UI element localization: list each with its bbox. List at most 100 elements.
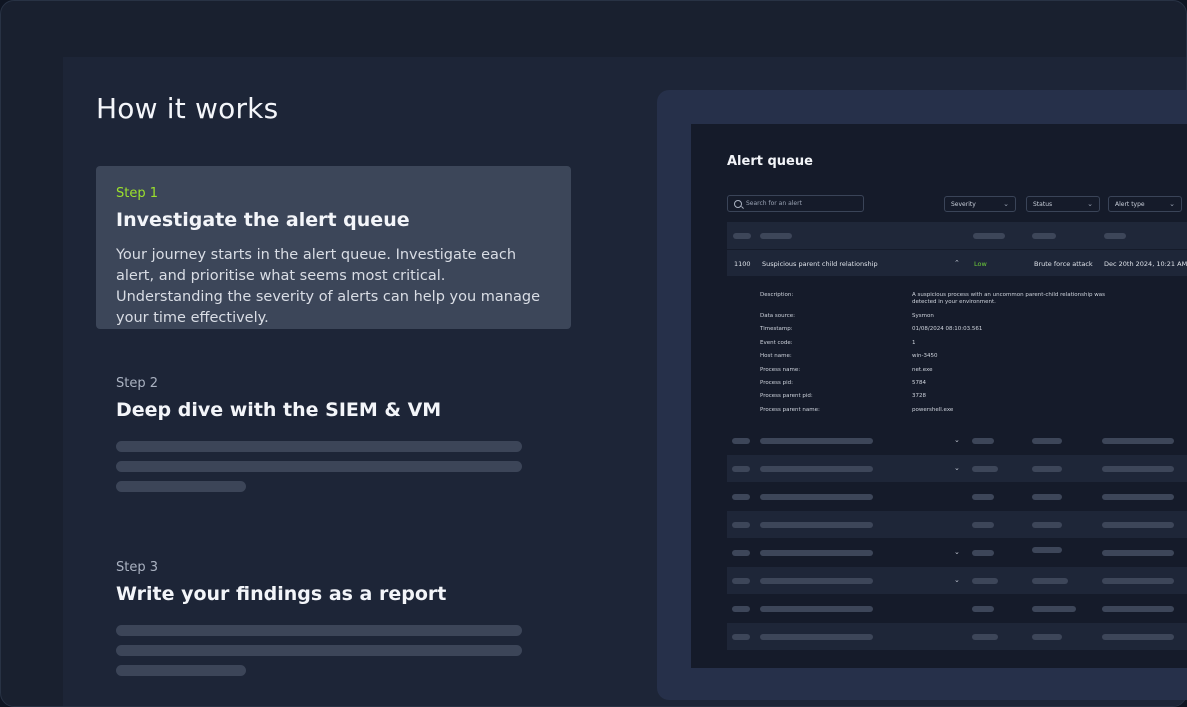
cell-placeholder: [1102, 494, 1174, 500]
search-icon: [734, 199, 742, 208]
cell-placeholder: [760, 438, 873, 444]
cell-placeholder: [1032, 547, 1062, 553]
cell-placeholder: [732, 522, 750, 528]
cell-placeholder: [1032, 634, 1062, 640]
cell-placeholder: [1032, 494, 1062, 500]
alert-id: 1100: [734, 260, 751, 268]
cell-placeholder: [760, 522, 873, 528]
chevron-down-icon[interactable]: ⌄: [954, 548, 960, 556]
detail-value: win-3450: [912, 353, 938, 359]
detail-value: 1: [912, 340, 916, 346]
detail-key: Process name:: [760, 367, 801, 373]
cell-placeholder: [972, 550, 994, 556]
chevron-down-icon: ⌄: [1087, 200, 1093, 208]
detail-value: Sysmon: [912, 313, 934, 319]
header-placeholder: [733, 233, 751, 239]
filter-label: Status: [1033, 200, 1053, 208]
cell-placeholder: [1032, 466, 1062, 472]
cell-placeholder: [1102, 606, 1174, 612]
filter-label: Severity: [951, 200, 976, 208]
placeholder-line: [116, 645, 522, 656]
cell-placeholder: [972, 606, 994, 612]
severity-filter[interactable]: Severity ⌄: [944, 196, 1016, 212]
cell-placeholder: [1102, 634, 1174, 640]
step-3-card[interactable]: Step 3 Write your findings as a report: [96, 540, 571, 696]
chevron-down-icon: ⌄: [1169, 200, 1175, 208]
detail-value: 5784: [912, 380, 926, 386]
filter-label: Alert type: [1115, 200, 1145, 208]
step-number: Step 3: [116, 560, 159, 575]
cell-placeholder: [1102, 522, 1174, 528]
cell-placeholder: [1032, 438, 1062, 444]
severity-badge: Low: [974, 260, 987, 268]
cell-placeholder: [760, 578, 873, 584]
cell-placeholder: [1102, 438, 1174, 444]
cell-placeholder: [1032, 578, 1068, 584]
cell-placeholder: [760, 606, 873, 612]
cell-placeholder: [732, 438, 750, 444]
detail-value: 01/08/2024 08:10:03.561: [912, 326, 983, 332]
detail-key: Host name:: [760, 353, 792, 359]
chevron-down-icon[interactable]: ⌄: [954, 576, 960, 584]
chevron-down-icon: ⌄: [1003, 200, 1009, 208]
cell-placeholder: [1102, 578, 1174, 584]
cell-placeholder: [732, 578, 750, 584]
cell-placeholder: [1032, 606, 1076, 612]
cell-placeholder: [972, 522, 994, 528]
cell-placeholder: [760, 466, 873, 472]
detail-key: Event code:: [760, 340, 793, 346]
detail-key: Data source:: [760, 313, 795, 319]
detail-key: Description:: [760, 292, 794, 298]
cell-placeholder: [972, 438, 994, 444]
table-row[interactable]: ⌄: [727, 567, 1187, 594]
chevron-up-icon[interactable]: ⌃: [954, 259, 960, 267]
search-input[interactable]: Search for an alert: [727, 195, 864, 212]
chevron-down-icon[interactable]: ⌄: [954, 464, 960, 472]
status-filter[interactable]: Status ⌄: [1026, 196, 1100, 212]
detail-key: Process parent pid:: [760, 393, 813, 399]
cell-placeholder: [972, 466, 998, 472]
step-title: Investigate the alert queue: [116, 209, 410, 231]
cell-placeholder: [732, 606, 750, 612]
header-placeholder: [1032, 233, 1056, 239]
placeholder-line: [116, 461, 522, 472]
table-row[interactable]: ⌄: [727, 427, 1187, 454]
table-row[interactable]: [727, 623, 1187, 650]
detail-key: Process pid:: [760, 380, 793, 386]
step-number: Step 1: [116, 186, 159, 201]
alert-type: Brute force attack: [1034, 260, 1093, 268]
detail-key: Process parent name:: [760, 407, 820, 413]
table-row[interactable]: [727, 595, 1187, 622]
step-title: Write your findings as a report: [116, 583, 447, 605]
header-placeholder: [1104, 233, 1126, 239]
table-row[interactable]: ⌄: [727, 455, 1187, 482]
cell-placeholder: [972, 634, 998, 640]
header-placeholder: [973, 233, 1005, 239]
detail-value: 3728: [912, 393, 926, 399]
step-2-card[interactable]: Step 2 Deep dive with the SIEM & VM: [96, 356, 571, 512]
cell-placeholder: [760, 550, 873, 556]
cell-placeholder: [732, 634, 750, 640]
alert-details: Description: A suspicious process with a…: [727, 276, 1187, 426]
cell-placeholder: [972, 578, 998, 584]
chevron-down-icon[interactable]: ⌄: [954, 436, 960, 444]
header-placeholder: [760, 233, 792, 239]
detail-value: net.exe: [912, 367, 933, 373]
table-row[interactable]: [727, 651, 1187, 678]
alert-type-filter[interactable]: Alert type ⌄: [1108, 196, 1182, 212]
table-row[interactable]: [727, 483, 1187, 510]
alert-date: Dec 20th 2024, 10:21 AM: [1104, 260, 1187, 268]
cell-placeholder: [732, 466, 750, 472]
cell-placeholder: [760, 634, 873, 640]
table-row[interactable]: [727, 511, 1187, 538]
search-placeholder: Search for an alert: [746, 200, 802, 207]
table-row[interactable]: ⌄: [727, 539, 1187, 566]
alert-queue-title: Alert queue: [727, 154, 813, 169]
page-title: How it works: [96, 92, 279, 125]
step-1-card[interactable]: Step 1 Investigate the alert queue Your …: [96, 166, 571, 329]
detail-key: Timestamp:: [760, 326, 793, 332]
cell-placeholder: [1102, 466, 1174, 472]
detail-value: powershell.exe: [912, 407, 954, 413]
alert-name: Suspicious parent child relationship: [762, 260, 878, 268]
table-row-expanded[interactable]: 1100 Suspicious parent child relationshi…: [727, 250, 1187, 278]
